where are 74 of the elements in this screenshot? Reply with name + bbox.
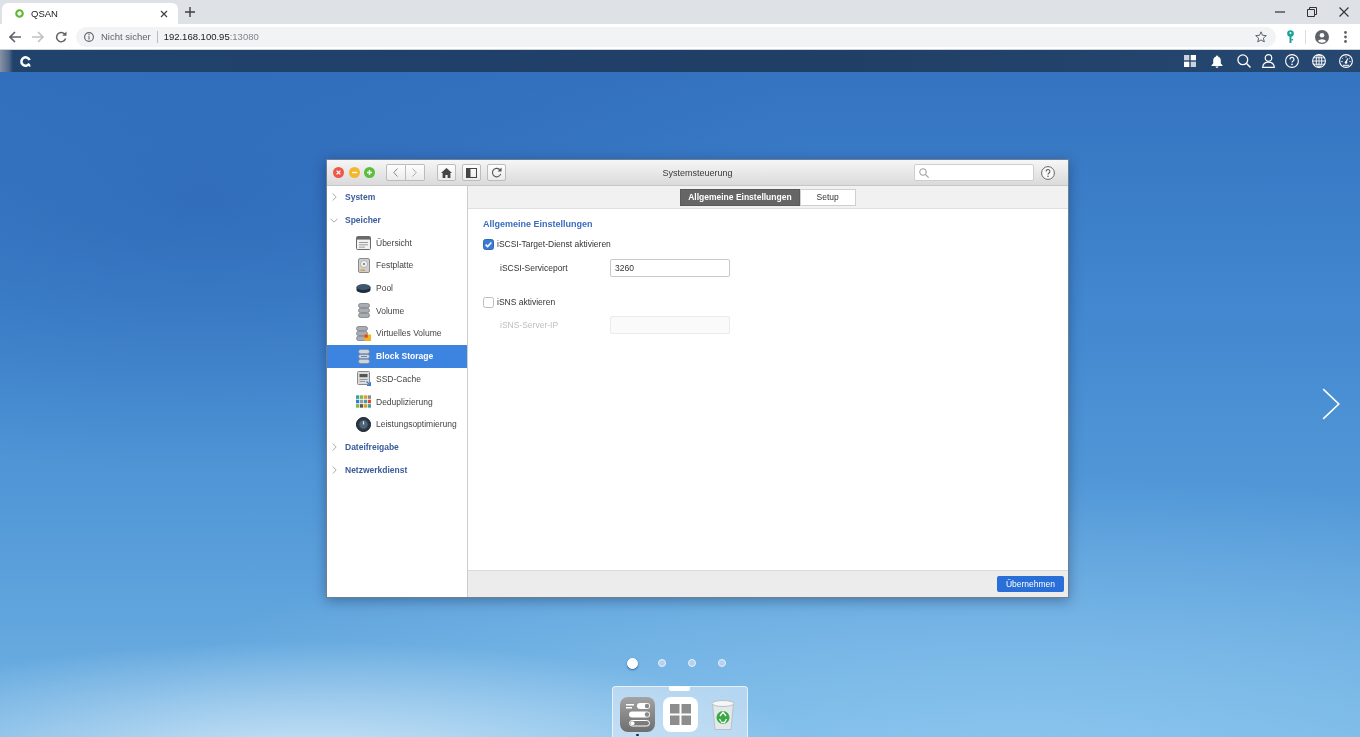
help-icon[interactable] (1041, 165, 1055, 180)
sidebar-item[interactable]: System (327, 186, 467, 209)
more-icon[interactable] (1343, 30, 1347, 43)
toggles-icon[interactable] (620, 697, 655, 732)
logo-icon[interactable] (19, 55, 31, 67)
stack-icon (357, 303, 370, 319)
reload-icon[interactable] (55, 30, 67, 43)
field-label: iSCSI-Serviceport (500, 263, 569, 273)
sidebar-item[interactable]: Übersicht (327, 231, 467, 255)
security-label[interactable]: Nicht sicher (101, 31, 151, 42)
user-icon[interactable] (1261, 54, 1275, 68)
sidebar-icon (465, 167, 477, 178)
key-icon[interactable] (1286, 30, 1294, 43)
home-icon (440, 167, 452, 178)
sidebar-item[interactable]: Block Storage (327, 344, 467, 368)
search-icon[interactable] (1237, 54, 1251, 68)
grid-icon[interactable] (1184, 55, 1196, 67)
field-label: iSNS-Server-IP (500, 320, 560, 330)
checkbox[interactable] (483, 238, 494, 250)
window-title: Systemsteuerung (662, 167, 733, 178)
back-icon[interactable] (9, 30, 21, 43)
bell-icon[interactable] (1211, 54, 1223, 68)
recycle-bin-icon[interactable] (710, 699, 735, 730)
page-dot[interactable] (718, 659, 726, 667)
checkbox-label: iSNS aktivieren (497, 297, 556, 307)
plus-icon[interactable] (185, 7, 195, 17)
dial-icon (356, 416, 371, 432)
refresh-icon (490, 167, 502, 178)
sidebar-item[interactable]: Dateifreigabe (327, 435, 467, 459)
browser-tab[interactable]: QSAN (2, 3, 178, 24)
page-dot[interactable] (658, 659, 666, 667)
refresh-button[interactable] (486, 164, 506, 181)
sidebar-item[interactable]: Deduplizierung (327, 390, 467, 413)
tile-grid-icon (356, 395, 371, 409)
disc-icon (356, 283, 371, 293)
sidebar-item[interactable]: Virtuelles Volume (327, 322, 467, 345)
search-icon (919, 167, 929, 178)
chevron-right-icon (412, 168, 418, 177)
sidebar-item[interactable]: Pool (327, 276, 467, 300)
restore-icon[interactable] (1307, 7, 1317, 17)
sidebar-item[interactable]: Volume (327, 299, 467, 323)
panel-icon (356, 235, 371, 250)
chevron-left-icon (393, 168, 399, 177)
checkbox[interactable] (483, 296, 494, 308)
grid-icon[interactable] (662, 697, 698, 732)
apply-button[interactable]: Übernehmen (997, 576, 1064, 592)
address-field[interactable]: Nicht sicher 192.168.100.95:13080 (76, 26, 1276, 47)
sidebar-item[interactable]: Netzwerkdienst (327, 458, 467, 481)
close-icon[interactable] (1339, 7, 1349, 17)
sidebar-toggle-button[interactable] (461, 164, 481, 181)
sidebar-item[interactable]: Speicher (327, 208, 467, 232)
stack-badge-icon (356, 325, 371, 341)
sidebar-item[interactable]: SSD-Cache (327, 367, 467, 391)
sidebar-item[interactable]: Leistungsoptimierung (327, 412, 467, 436)
dock-handle[interactable] (669, 686, 690, 691)
checkbox-label: iSCSI-Target-Dienst aktivieren (497, 239, 611, 249)
profile-icon[interactable] (1315, 29, 1329, 44)
home-button[interactable] (436, 164, 456, 181)
tab[interactable]: Setup (799, 188, 856, 206)
chip-icon (356, 371, 371, 387)
section-heading: Allgemeine Einstellungen (483, 218, 594, 231)
search-field[interactable] (914, 164, 1034, 181)
globe-icon[interactable] (1312, 54, 1326, 68)
star-icon[interactable] (1255, 30, 1267, 43)
page-dot[interactable] (688, 659, 696, 667)
stack-icon (357, 348, 370, 364)
close-icon[interactable] (160, 9, 168, 18)
url-text: 192.168.100.95:13080 (163, 31, 259, 42)
sidebar-item[interactable]: Festplatte (327, 254, 467, 277)
text-field[interactable]: 3260 (610, 259, 730, 277)
tab[interactable]: Allgemeine Einstellungen (680, 188, 800, 206)
gauge-icon[interactable] (1339, 54, 1353, 68)
info-icon[interactable] (84, 31, 94, 42)
favicon-icon (15, 9, 24, 18)
